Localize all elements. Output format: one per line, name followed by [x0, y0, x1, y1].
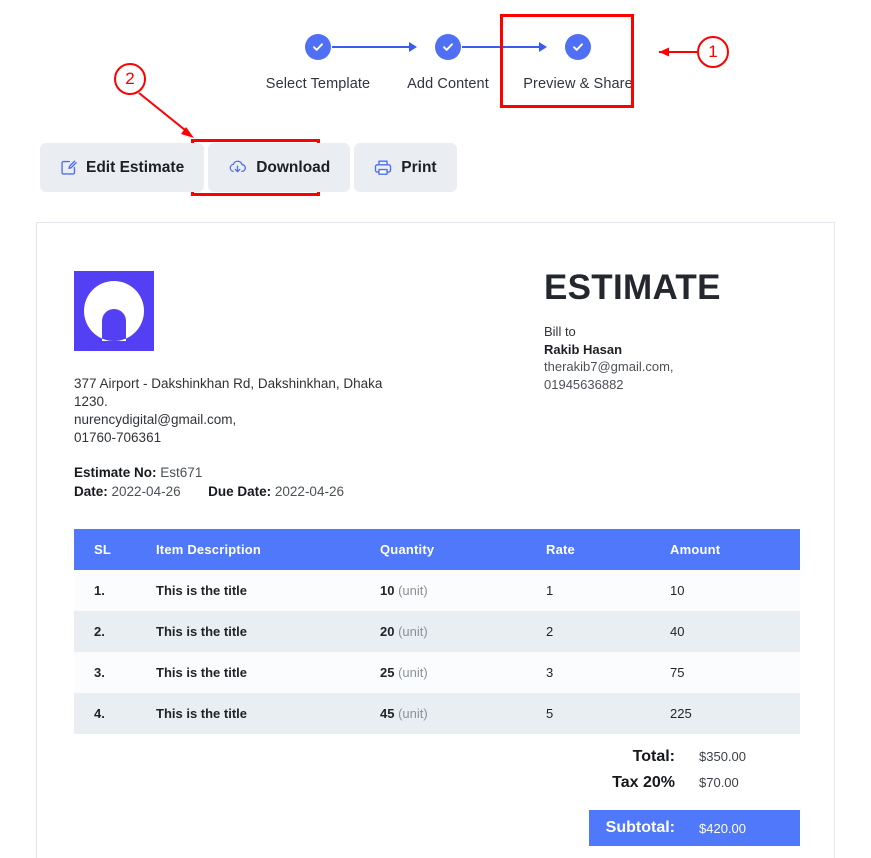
- cell-quantity-unit: (unit): [398, 665, 428, 680]
- step-select-template[interactable]: Select Template: [258, 34, 378, 92]
- cell-amount: 10: [670, 570, 800, 611]
- total-label: Total:: [632, 748, 675, 765]
- cell-sl: 3.: [74, 652, 156, 693]
- bill-to-email: therakib7@gmail.com,: [544, 359, 674, 374]
- company-phone: 01760-706361: [74, 430, 162, 445]
- cell-rate: 2: [546, 611, 670, 652]
- download-button[interactable]: Download: [208, 143, 351, 192]
- company-address-block: 377 Airport - Dakshinkhan Rd, Dakshinkha…: [74, 375, 474, 447]
- cell-description: This is the title: [156, 652, 380, 693]
- cell-rate: 1: [546, 570, 670, 611]
- column-header-quantity: Quantity: [380, 529, 546, 570]
- column-header-rate: Rate: [546, 529, 670, 570]
- bill-to-block: Bill to Rakib Hasan therakib7@gmail.com,…: [544, 323, 674, 393]
- document-actions-toolbar: Edit Estimate Download Print: [40, 143, 457, 192]
- cell-quantity-value: 45: [380, 706, 395, 721]
- step-label: Select Template: [265, 76, 371, 92]
- highlight-box-preview-share: [500, 14, 634, 108]
- cell-quantity-value: 20: [380, 624, 395, 639]
- estimate-document-card: 377 Airport - Dakshinkhan Rd, Dakshinkha…: [36, 222, 835, 858]
- estimate-meta-block: Estimate No: Est671 Date: 2022-04-26 Due…: [74, 463, 344, 501]
- printer-icon: [374, 159, 392, 176]
- cell-quantity-value: 10: [380, 583, 395, 598]
- cell-amount: 40: [670, 611, 800, 652]
- cell-rate: 3: [546, 652, 670, 693]
- column-header-amount: Amount: [670, 529, 800, 570]
- cell-quantity-unit: (unit): [398, 583, 428, 598]
- check-icon: [435, 34, 461, 60]
- page-root: Select Template Add Content Preview & Sh…: [0, 0, 871, 858]
- cell-description: This is the title: [156, 570, 380, 611]
- table-row: 4. This is the title 45 (unit) 5 225: [74, 693, 800, 734]
- estimate-dates-line: Date: 2022-04-26 Due Date: 2022-04-26: [74, 482, 344, 501]
- moon-arch-logo-icon: [84, 281, 144, 341]
- check-icon: [305, 34, 331, 60]
- cell-sl: 1.: [74, 570, 156, 611]
- estimate-number-line: Estimate No: Est671: [74, 463, 344, 482]
- button-label: Edit Estimate: [86, 158, 185, 176]
- table-row: 2. This is the title 20 (unit) 2 40: [74, 611, 800, 652]
- estimate-no-label: Estimate No:: [74, 465, 157, 480]
- annotation-arrow-1: [659, 47, 697, 57]
- total-row: Total: $350.00: [589, 748, 800, 774]
- step-add-content[interactable]: Add Content: [388, 34, 508, 92]
- table-header-row: SL Item Description Quantity Rate Amount: [74, 529, 800, 570]
- print-button[interactable]: Print: [354, 143, 457, 192]
- edit-square-icon: [60, 159, 77, 176]
- cell-quantity-value: 25: [380, 665, 395, 680]
- cell-amount: 225: [670, 693, 800, 734]
- cell-quantity-unit: (unit): [398, 706, 428, 721]
- edit-estimate-button[interactable]: Edit Estimate: [40, 143, 205, 192]
- date-value: 2022-04-26: [111, 484, 181, 499]
- estimate-no-value: Est671: [160, 465, 203, 480]
- bill-to-phone: 01945636882: [544, 376, 624, 392]
- cell-rate: 5: [546, 693, 670, 734]
- step-label: Add Content: [407, 76, 489, 92]
- column-header-sl: SL: [74, 529, 156, 570]
- cloud-download-icon: [228, 159, 247, 176]
- cell-quantity: 25 (unit): [380, 652, 546, 693]
- cell-description: This is the title: [156, 611, 380, 652]
- document-title: ESTIMATE: [544, 268, 721, 307]
- table-row: 3. This is the title 25 (unit) 3 75: [74, 652, 800, 693]
- total-value: $350.00: [699, 749, 746, 764]
- tax-label: Tax 20%: [612, 774, 675, 791]
- annotation-arrow-2: [138, 92, 194, 138]
- cell-sl: 2.: [74, 611, 156, 652]
- due-date-label: Due Date:: [208, 484, 272, 499]
- date-label: Date:: [74, 484, 108, 499]
- company-address-line-2: 1230.: [74, 394, 108, 409]
- subtotal-label: Subtotal:: [605, 819, 675, 836]
- cell-amount: 75: [670, 652, 800, 693]
- cell-description: This is the title: [156, 693, 380, 734]
- cell-quantity: 20 (unit): [380, 611, 546, 652]
- tax-row: Tax 20% $70.00: [589, 774, 800, 800]
- company-email: nurencydigital@gmail.com,: [74, 412, 237, 427]
- line-items-table: SL Item Description Quantity Rate Amount…: [74, 529, 800, 734]
- button-label: Download: [256, 158, 331, 176]
- cell-quantity: 10 (unit): [380, 570, 546, 611]
- totals-section: Total: $350.00 Tax 20% $70.00 Subtotal: …: [589, 748, 800, 846]
- due-date-value: 2022-04-26: [274, 484, 344, 499]
- tax-value: $70.00: [699, 775, 739, 790]
- button-label: Print: [401, 158, 437, 176]
- table-row: 1. This is the title 10 (unit) 1 10: [74, 570, 800, 611]
- subtotal-row: Subtotal: $420.00: [589, 810, 800, 846]
- bill-to-heading: Bill to: [544, 324, 576, 339]
- bill-to-name: Rakib Hasan: [544, 341, 623, 357]
- company-logo: [74, 271, 154, 351]
- cell-quantity-unit: (unit): [398, 624, 428, 639]
- company-address-line-1: 377 Airport - Dakshinkhan Rd, Dakshinkha…: [74, 376, 383, 391]
- cell-sl: 4.: [74, 693, 156, 734]
- cell-quantity: 45 (unit): [380, 693, 546, 734]
- column-header-desc: Item Description: [156, 529, 380, 570]
- subtotal-value: $420.00: [699, 820, 746, 836]
